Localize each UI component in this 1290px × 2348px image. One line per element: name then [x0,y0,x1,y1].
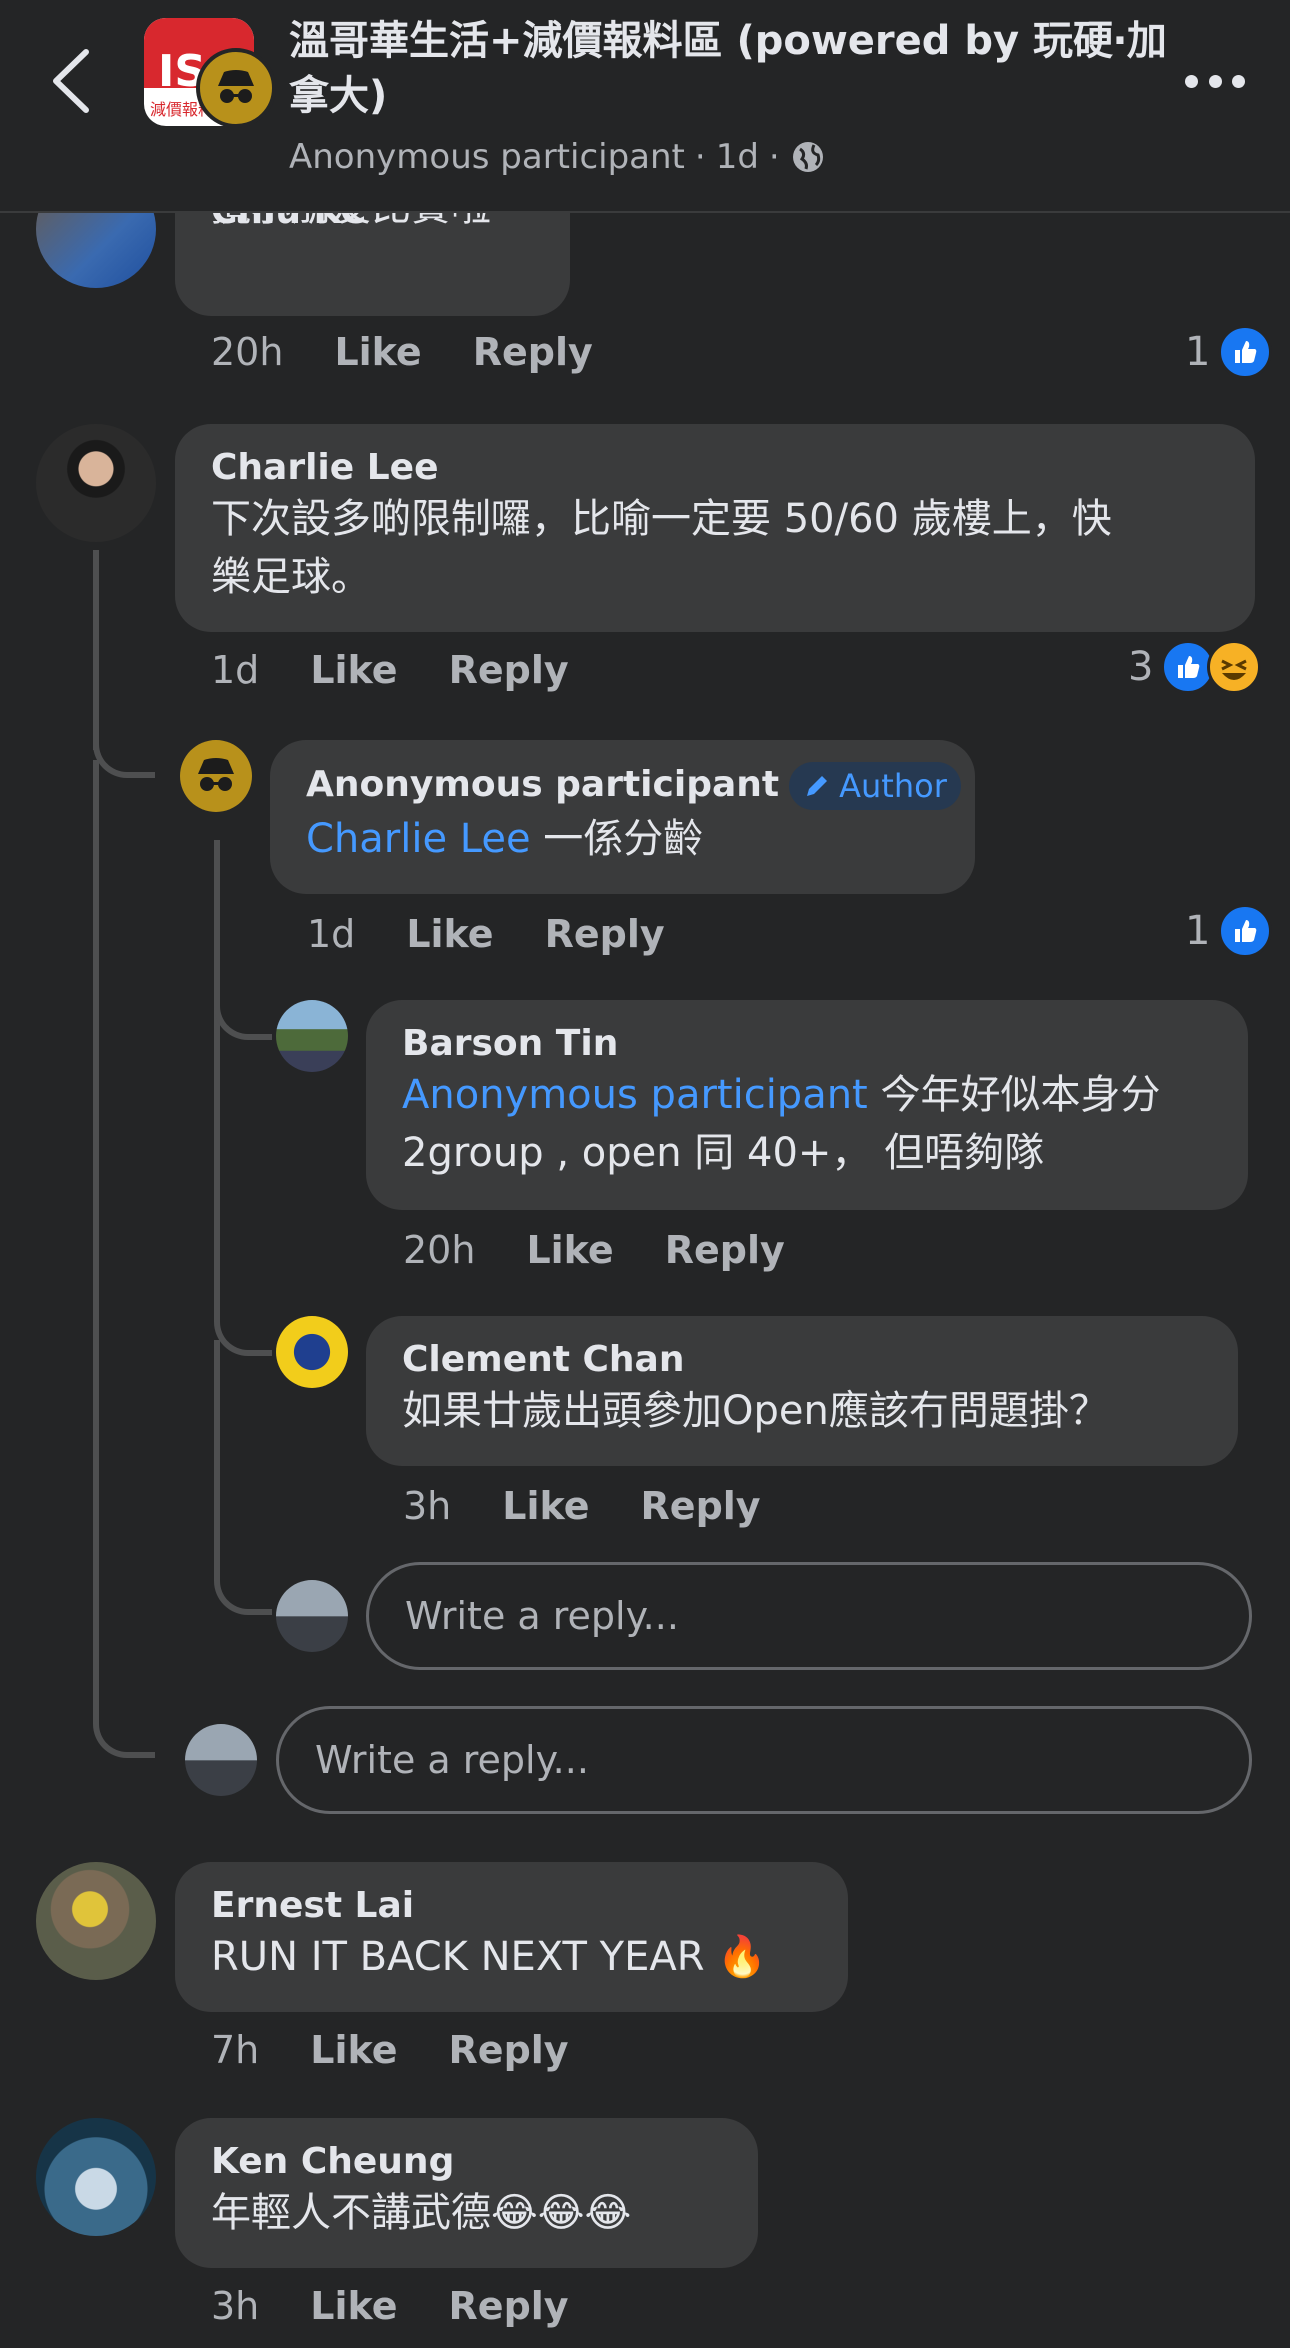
reply-button[interactable]: Reply [473,330,593,374]
comment-time: 1d [211,648,260,692]
reaction-summary[interactable]: 3 [1128,640,1262,694]
comment-text: 樂足球。 [211,554,371,600]
avatar[interactable] [36,424,156,542]
reaction-count: 3 [1128,644,1154,690]
reaction-summary[interactable]: 1 [1185,904,1273,958]
comment-text: 一係分齡 [530,816,704,862]
comment-text: RUN IT BACK NEXT YEAR 🔥 [211,1934,768,1980]
comment-bubble: Ken Cheung 年輕人不講武德😂😂😂 [175,2118,758,2268]
comment-author[interactable]: Anonymous participant [306,764,779,805]
like-button[interactable]: Like [406,912,493,956]
avatar[interactable] [276,1000,348,1072]
thread-line [93,550,99,750]
like-button[interactable]: Like [310,2028,397,2072]
incognito-icon [218,70,254,103]
author-badge: Author [789,762,961,810]
post-time: 1d [715,137,759,177]
comment-author[interactable]: Charlie Lee [211,446,1219,490]
haha-emoji-icon [1207,640,1262,694]
group-title[interactable]: 溫哥華生活+減價報料區 (powered by 玩硬‧加拿大) [289,14,1169,124]
comment-text: 年輕人不講武德😂😂😂 [211,2190,632,2236]
comment-time: 1d [307,912,356,956]
anonymous-avatar [196,48,276,128]
comment-time: 7h [211,2028,260,2072]
avatar[interactable] [276,1316,348,1388]
comment-bubble: Clement Chan 如果廿歲出頭參加Open應該冇問題掛？ [366,1316,1238,1466]
my-avatar [185,1724,257,1796]
comment-author[interactable]: Ernest Lai [211,1884,812,1928]
reply-input[interactable]: Write a reply... [276,1706,1252,1814]
comment-actions: 20h Like Reply [211,330,593,374]
comment-text: 今年好似本身分 [867,1072,1161,1118]
avatar[interactable] [36,1862,156,1980]
reaction-count: 1 [1185,329,1211,375]
comment-actions: 1d Like Reply [307,912,665,956]
thread-connector [214,1030,272,1356]
comment-bubble: Charlie Lee 下次設多啲限制囉，比喻一定要 50/60 歲樓上，快 樂… [175,424,1255,632]
like-button[interactable]: Like [334,330,421,374]
back-icon[interactable] [48,46,94,116]
like-button[interactable]: Like [310,2284,397,2328]
thread-connector [93,760,155,1758]
like-button[interactable]: Like [310,648,397,692]
comment-bubble: Ernest Lai RUN IT BACK NEXT YEAR 🔥 [175,1862,848,2012]
globe-icon [792,142,823,172]
my-avatar [276,1580,348,1652]
incognito-icon [198,758,234,791]
like-button[interactable]: Like [526,1228,613,1272]
comment-text: 如果廿歲出頭參加Open應該冇問題掛？ [402,1388,1109,1434]
reaction-count: 1 [1185,908,1211,954]
comment-actions: 1d Like Reply [211,648,569,692]
comment-time: 20h [211,330,284,374]
reply-button[interactable]: Reply [449,648,569,692]
reply-input[interactable]: Write a reply... [366,1562,1252,1670]
post-subtitle: Anonymous participant · 1d · [289,137,826,177]
reply-button[interactable]: Reply [545,912,665,956]
mention-link[interactable]: Charlie Lee [306,816,531,862]
comment-author[interactable]: Barson Tin [402,1022,1212,1066]
reaction-summary[interactable]: 1 [1185,325,1273,379]
like-button[interactable]: Like [502,1484,589,1528]
comment-actions: 3h Like Reply [403,1484,761,1528]
comment-author[interactable]: Clement Chan [402,1338,1202,1382]
avatar[interactable] [36,2118,156,2236]
comment-text: 2group , open 同 40+， 但唔夠隊 [402,1130,1045,1176]
thumbs-up-icon [1218,904,1273,958]
reply-button[interactable]: Reply [449,2028,569,2072]
thumbs-up-icon [1218,325,1273,379]
more-options-icon[interactable] [1185,72,1245,90]
pencil-icon [807,776,828,796]
reply-button[interactable]: Reply [641,1484,761,1528]
comment-text: 下次設多啲限制囉，比喻一定要 50/60 歲樓上，快 [211,496,1112,542]
post-author: Anonymous participant [289,137,685,177]
reply-button[interactable]: Reply [665,1228,785,1272]
post-header: ISC 減價報料 溫哥華生活+減價報料區 (powered by 玩硬‧加拿大)… [0,0,1290,213]
comment-time: 3h [211,2284,260,2328]
anonymous-avatar [180,740,252,812]
reply-button[interactable]: Reply [449,2284,569,2328]
thread-connector [214,1340,272,1615]
comment-bubble: Anonymous participant Author Charlie Lee … [270,740,975,894]
comment-time: 20h [403,1228,476,1272]
comment-bubble: Barson Tin Anonymous participant 今年好似本身分… [366,1000,1248,1210]
mention-link[interactable]: Anonymous participant [402,1072,868,1118]
comment-actions: 3h Like Reply [211,2284,569,2328]
comment-time: 3h [403,1484,452,1528]
comment-actions: 20h Like Reply [403,1228,785,1272]
comment-actions: 7h Like Reply [211,2028,569,2072]
comment-author[interactable]: Ken Cheung [211,2140,722,2184]
